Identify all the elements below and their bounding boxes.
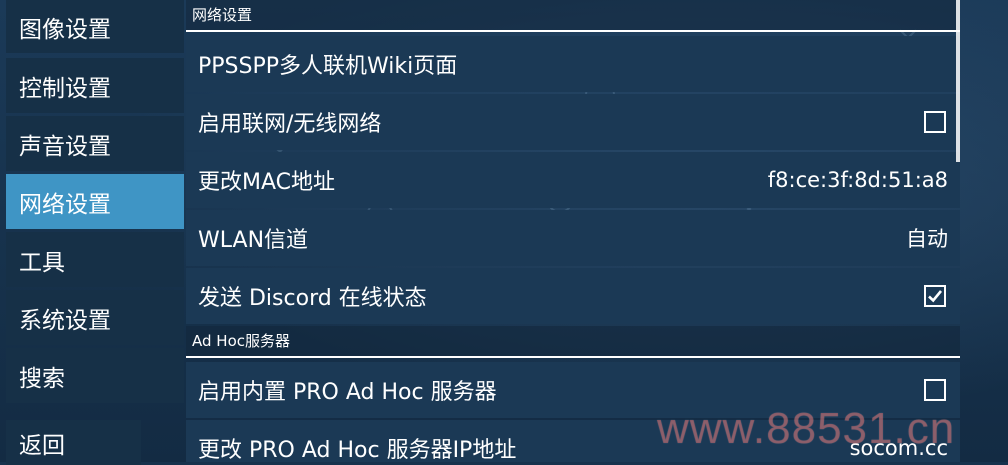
sidebar-item-label: 图像设置 [19, 16, 111, 43]
discord-presence-checkbox[interactable] [924, 285, 946, 307]
sidebar-item-controls[interactable]: 控制设置 [6, 58, 184, 113]
sidebar-item-label: 声音设置 [19, 133, 111, 160]
row-label: 发送 Discord 在线状态 [198, 286, 427, 311]
row-label: 更改 PRO Ad Hoc 服务器IP地址 [198, 438, 517, 462]
sidebar-item-label: 搜索 [19, 365, 65, 392]
enable-networking-checkbox[interactable] [924, 111, 946, 133]
sidebar-item-system[interactable]: 系统设置 [6, 290, 184, 345]
sidebar-item-label: 工具 [19, 249, 65, 276]
sidebar-item-search[interactable]: 搜索 [6, 348, 184, 403]
sidebar-item-networking[interactable]: 网络设置 [6, 174, 184, 229]
sidebar-item-label: 控制设置 [19, 75, 111, 102]
settings-sidebar: 图像设置 控制设置 声音设置 网络设置 工具 系统设置 搜索 返回 [0, 0, 184, 465]
wlan-channel-value: 自动 [906, 227, 948, 251]
mac-address-value: f8:ce:3f:8d:51:a8 [767, 168, 948, 192]
back-button[interactable]: 返回 [6, 420, 141, 465]
builtin-adhoc-server-checkbox[interactable] [924, 379, 946, 401]
sidebar-item-tools[interactable]: 工具 [6, 232, 184, 287]
row-label: 启用联网/无线网络 [198, 112, 382, 137]
row-wlan-channel[interactable]: WLAN信道 自动 [186, 210, 960, 266]
section-header-network: 网络设置 [186, 0, 960, 32]
row-wiki-link[interactable]: PPSSPP多人联机Wiki页面 [186, 36, 960, 92]
row-label: PPSSPP多人联机Wiki页面 [198, 54, 458, 79]
row-enable-networking[interactable]: 启用联网/无线网络 [186, 94, 960, 150]
settings-content: 网络设置 PPSSPP多人联机Wiki页面 启用联网/无线网络 更改MAC地址 … [186, 0, 960, 462]
sidebar-item-label: 系统设置 [19, 307, 111, 334]
checkmark-icon [928, 290, 943, 303]
watermark-text: www.88531.cn [657, 404, 956, 453]
row-label: 更改MAC地址 [198, 170, 336, 195]
section-header-adhoc: Ad Hoc服务器 [186, 326, 960, 358]
content-scrollbar[interactable] [956, 0, 960, 162]
sidebar-item-audio[interactable]: 声音设置 [6, 116, 184, 171]
row-label: 启用内置 PRO Ad Hoc 服务器 [198, 380, 497, 405]
back-button-label: 返回 [19, 432, 65, 459]
sidebar-item-graphics[interactable]: 图像设置 [6, 0, 184, 53]
row-change-mac[interactable]: 更改MAC地址 f8:ce:3f:8d:51:a8 [186, 152, 960, 208]
row-label: WLAN信道 [198, 228, 309, 253]
sidebar-item-label: 网络设置 [19, 191, 111, 218]
row-discord-presence[interactable]: 发送 Discord 在线状态 [186, 268, 960, 324]
